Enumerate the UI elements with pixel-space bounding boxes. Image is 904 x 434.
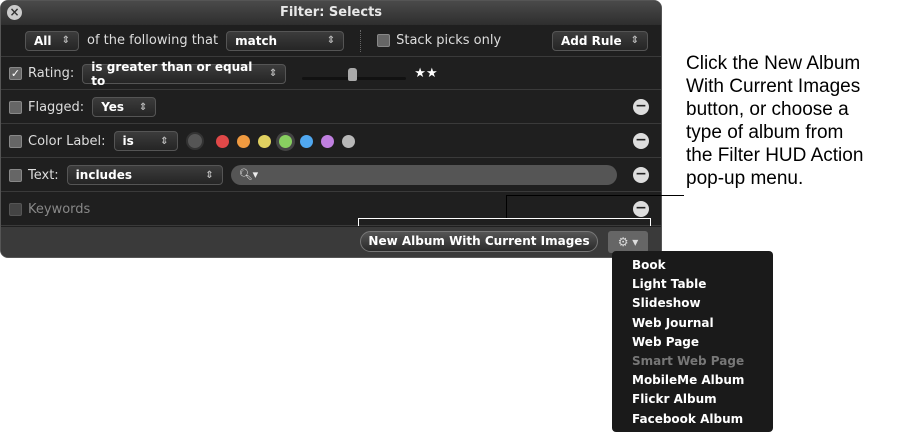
gear-icon: ⚙ bbox=[617, 235, 629, 249]
rule-rating: ✓ Rating: is greater than or equal to ★★ bbox=[1, 58, 661, 90]
rating-label: Rating: bbox=[28, 66, 75, 81]
remove-rule-icon[interactable]: − bbox=[633, 201, 649, 217]
menu-item-light-table[interactable]: Light Table bbox=[612, 275, 773, 294]
menu-item-slideshow[interactable]: Slideshow bbox=[612, 294, 773, 313]
rating-stars: ★★ bbox=[414, 66, 438, 81]
menu-item-facebook-album[interactable]: Facebook Album bbox=[612, 410, 773, 429]
rating-slider[interactable] bbox=[302, 64, 407, 84]
rating-operator: is greater than or equal to bbox=[91, 59, 253, 88]
callout-line: button, or choose a bbox=[686, 99, 849, 120]
rating-checkbox[interactable]: ✓ bbox=[9, 67, 22, 80]
menu-item-flickr-album[interactable]: Flickr Album bbox=[612, 390, 773, 409]
color-purple[interactable] bbox=[320, 134, 334, 148]
new-album-label: New Album With Current Images bbox=[368, 234, 590, 248]
callout-line: Click the New Album bbox=[686, 53, 861, 74]
stack-picks-label: Stack picks only bbox=[396, 33, 502, 48]
callout-text: Click the New Album With Current Images … bbox=[686, 52, 863, 190]
leader-line bbox=[506, 195, 684, 196]
rule-text: Text: includes 🔍︎▾ − bbox=[1, 159, 661, 192]
title-bar: × Filter: Selects bbox=[1, 1, 661, 25]
match-popup[interactable]: match bbox=[226, 30, 345, 51]
text-operator-popup[interactable]: includes bbox=[66, 165, 223, 185]
window-title: Filter: Selects bbox=[279, 5, 383, 20]
callout-line: With Current Images bbox=[686, 76, 861, 97]
text-checkbox[interactable] bbox=[9, 168, 22, 182]
match-row: All of the following that match Stack pi… bbox=[1, 25, 661, 57]
rule-color-label: Color Label: is − bbox=[1, 125, 661, 158]
color-operator-popup[interactable]: is bbox=[113, 131, 178, 151]
color-red[interactable] bbox=[215, 134, 229, 148]
rating-operator-popup[interactable]: is greater than or equal to bbox=[82, 60, 287, 88]
bottom-bar: New Album With Current Images ⚙ ▾ bbox=[1, 227, 661, 257]
flagged-checkbox[interactable] bbox=[9, 100, 22, 114]
callout-line: the Filter HUD Action bbox=[686, 145, 864, 166]
text-label: Text: bbox=[28, 167, 59, 183]
callout-line: type of album from bbox=[686, 122, 844, 143]
color-operator: is bbox=[122, 134, 134, 148]
keywords-checkbox[interactable] bbox=[9, 202, 22, 216]
menu-item-book[interactable]: Book bbox=[612, 256, 773, 275]
close-icon[interactable]: × bbox=[7, 5, 22, 20]
scope-popup[interactable]: All bbox=[25, 30, 79, 51]
flagged-value: Yes bbox=[101, 100, 125, 114]
color-blue[interactable] bbox=[299, 134, 313, 148]
color-yellow[interactable] bbox=[257, 134, 271, 148]
keywords-label: Keywords bbox=[28, 201, 91, 217]
color-label-label: Color Label: bbox=[28, 133, 106, 149]
remove-rule-icon[interactable]: − bbox=[633, 99, 649, 115]
match-value: match bbox=[235, 33, 278, 48]
add-rule-label: Add Rule bbox=[561, 33, 622, 48]
new-album-button[interactable]: New Album With Current Images bbox=[360, 231, 598, 252]
leader-line bbox=[506, 195, 507, 218]
remove-rule-icon[interactable]: − bbox=[633, 167, 649, 183]
rule-flagged: Flagged: Yes − bbox=[1, 91, 661, 124]
color-label-checkbox[interactable] bbox=[9, 134, 22, 148]
menu-item-mobileme-album[interactable]: MobileMe Album bbox=[612, 371, 773, 390]
match-text: of the following that bbox=[87, 33, 219, 48]
text-operator: includes bbox=[75, 168, 132, 182]
action-popup-menu: Book Light Table Slideshow Web Journal W… bbox=[612, 251, 773, 432]
callout-line: pop-up menu. bbox=[686, 168, 804, 189]
menu-item-smart-web-page: Smart Web Page bbox=[632, 353, 745, 368]
menu-item-web-page[interactable]: Web Page bbox=[612, 333, 773, 352]
add-rule-button[interactable]: Add Rule bbox=[552, 30, 648, 51]
search-icon: 🔍︎▾ bbox=[238, 168, 259, 181]
stack-picks-checkbox[interactable] bbox=[377, 34, 391, 47]
action-menu-button[interactable]: ⚙ ▾ bbox=[608, 231, 648, 253]
callout-bracket bbox=[358, 218, 651, 226]
color-none[interactable] bbox=[185, 132, 204, 150]
slider-thumb[interactable] bbox=[348, 67, 358, 81]
remove-rule-icon[interactable]: − bbox=[633, 133, 649, 149]
color-gray[interactable] bbox=[341, 134, 355, 148]
color-orange[interactable] bbox=[236, 134, 250, 148]
scope-value: All bbox=[34, 33, 52, 48]
text-search-input[interactable]: 🔍︎▾ bbox=[230, 165, 617, 185]
menu-item-web-journal[interactable]: Web Journal bbox=[612, 314, 773, 333]
flagged-label: Flagged: bbox=[28, 99, 85, 115]
color-green[interactable] bbox=[278, 134, 292, 148]
flagged-popup[interactable]: Yes bbox=[92, 97, 157, 117]
